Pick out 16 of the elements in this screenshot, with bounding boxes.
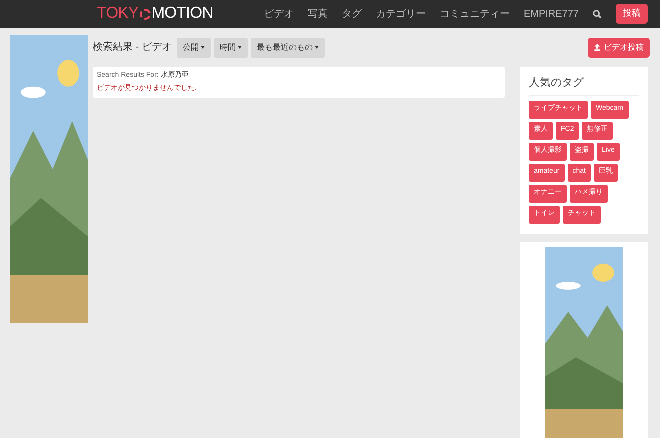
- filter-dropdown[interactable]: 公開: [176, 38, 211, 58]
- nav-link[interactable]: EMPIRE777: [524, 6, 579, 22]
- filter-dropdown[interactable]: 時間: [214, 38, 248, 58]
- upload-icon: [594, 44, 601, 51]
- tags-title: 人気のタグ: [529, 75, 639, 96]
- nav-link[interactable]: カテゴリー: [376, 6, 426, 22]
- search-icon[interactable]: [593, 10, 602, 18]
- filter-dropdown[interactable]: 最も最近のもの: [250, 38, 325, 58]
- nav-link[interactable]: コミュニティー: [440, 6, 510, 22]
- page-title: 検索結果 - ビデオ: [93, 40, 172, 55]
- post-button[interactable]: 投稿: [616, 4, 648, 24]
- nav-link[interactable]: ビデオ: [264, 6, 294, 22]
- nav-link[interactable]: 写真: [308, 6, 328, 22]
- upload-button[interactable]: ビデオ投稿: [588, 38, 650, 58]
- nav-link[interactable]: タグ: [342, 6, 362, 22]
- logo[interactable]: TOKY MOTION: [97, 2, 214, 26]
